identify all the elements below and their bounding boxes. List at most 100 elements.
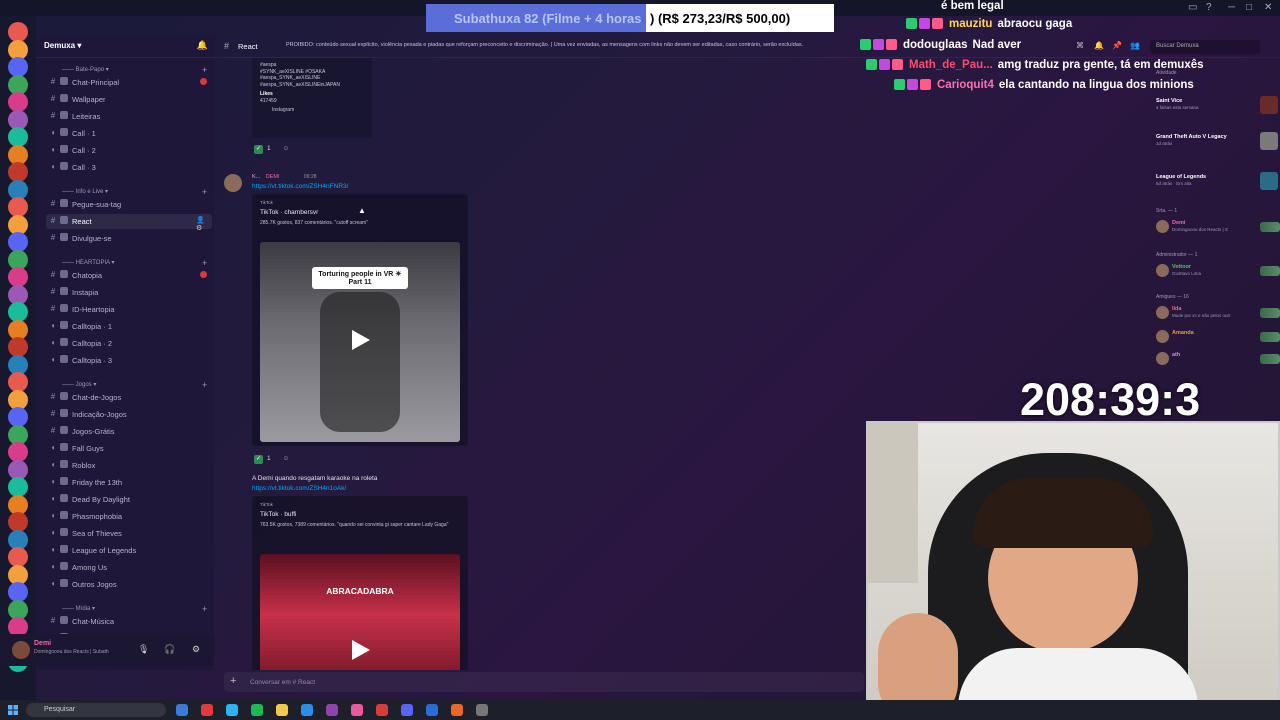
taskbar-app-icon[interactable] [301, 704, 313, 716]
reaction-check[interactable]: ✓ 1 ☺ [254, 145, 289, 157]
video-thumbnail[interactable]: ABRACADABRA [260, 554, 460, 670]
video-thumbnail[interactable]: Torturing people in VR ☀ Part 11 [260, 242, 460, 442]
channel-item[interactable]: ◖ Among Us [46, 560, 212, 575]
taskbar-app-icon[interactable] [426, 704, 438, 716]
embed-title[interactable]: TikTok · chambersvr [260, 209, 318, 216]
reaction-check[interactable]: ✓ 1 ☺ [254, 455, 289, 467]
message-link[interactable]: https://vt.tiktok.com/ZSH4n1oAk/ [252, 485, 346, 492]
category-header[interactable]: —— Bate-Papo ▾ + [62, 65, 207, 75]
taskbar-app-icon[interactable] [201, 704, 213, 716]
category-header[interactable]: —— HEARTOPIA ▾ + [62, 258, 207, 268]
heart-badge-icon [920, 79, 931, 91]
member-item[interactable]: Ilda Mude por vc e não pelos outr [1156, 304, 1280, 322]
channel-item[interactable]: # ID-Heartopia [46, 302, 212, 317]
member-item[interactable]: ath [1156, 350, 1280, 368]
video-figure [320, 292, 400, 432]
taskbar-app-icon[interactable] [476, 704, 488, 716]
channel-item[interactable]: ◖ League of Legends [46, 543, 212, 558]
webcam-wall [868, 423, 918, 583]
heart-badge-icon [932, 18, 943, 30]
attach-plus-icon[interactable]: + [230, 675, 236, 687]
add-channel-icon[interactable]: + [202, 187, 207, 197]
taskbar-app-icon[interactable] [251, 704, 263, 716]
activity-item[interactable]: Grand Theft Auto V Legacy 1d atrás [1156, 132, 1280, 150]
add-reaction-icon[interactable]: ☺ [282, 455, 289, 462]
user-name[interactable]: Demi [34, 640, 51, 647]
taskbar-app-icon[interactable] [226, 704, 238, 716]
subathon-timer: 208:39:3 [1020, 374, 1201, 425]
gear-icon[interactable]: ⚙ [192, 644, 200, 655]
avatar[interactable] [12, 641, 30, 659]
channel-item[interactable]: # Pegue-sua-tag [46, 197, 212, 212]
channel-item[interactable]: # Chatopia [46, 268, 212, 283]
channel-item[interactable]: ◖ Call · 1 [46, 126, 212, 141]
channel-item[interactable]: ◖ Calltopia · 3 [46, 353, 212, 368]
channel-hash-icon: # [224, 41, 230, 51]
channel-item[interactable]: # Chat-de-Jogos [46, 390, 212, 405]
channel-item[interactable]: # Wallpaper [46, 92, 212, 107]
microphone-icon[interactable]: 🎙 [138, 644, 149, 655]
add-channel-icon[interactable]: + [202, 604, 207, 614]
category-header[interactable]: —— Jogos ▾ + [62, 380, 207, 390]
channel-item[interactable]: # Jogos-Grátis [46, 424, 212, 439]
channel-item[interactable]: ◖ Roblox [46, 458, 212, 473]
channel-item[interactable]: # Chat-Principal [46, 75, 212, 90]
channel-item[interactable]: ◖ Calltopia · 1 [46, 319, 212, 334]
add-channel-icon[interactable]: + [202, 65, 207, 75]
message-avatar[interactable] [224, 174, 242, 192]
category-header[interactable]: —— Mídia ▾ + [62, 604, 207, 614]
server-header[interactable]: Demuxa ▾ 🔔 [36, 36, 214, 58]
channel-item[interactable]: # Chat-Música [46, 614, 212, 629]
taskbar-app-icon[interactable] [326, 704, 338, 716]
channel-item[interactable]: ◖ Fall Guys [46, 441, 212, 456]
message-link[interactable]: https://vt.tiktok.com/ZSH4nFNR3/ [252, 183, 348, 190]
channel-label: Chatopia [72, 271, 103, 280]
member-item[interactable]: Demi Domingooou dos Reacts | S [1156, 218, 1280, 236]
headphones-icon[interactable]: 🎧 [164, 644, 175, 655]
channel-item[interactable]: ◖ Calltopia · 2 [46, 336, 212, 351]
role-badge: DEMI [265, 174, 280, 180]
taskbar-app-icon[interactable] [176, 704, 188, 716]
instagram-embed[interactable]: #aespa #SYNK_aeXISLINE #OSAKA #aespa_SYN… [252, 58, 372, 138]
reaction-count: 1 [267, 145, 271, 152]
taskbar-search[interactable]: Pesquisar [26, 703, 166, 717]
chat-badges [906, 18, 945, 30]
member-item[interactable]: Amanda [1156, 328, 1280, 346]
channel-item[interactable]: # React 👤 ⚙ [46, 214, 212, 232]
member-item[interactable]: Vettoor Gusttavo Lima [1156, 262, 1280, 280]
add-reaction-icon[interactable]: ☺ [282, 145, 289, 152]
channel-item[interactable]: # Instapia [46, 285, 212, 300]
channel-item[interactable]: ◖ Sea of Thieves [46, 526, 212, 541]
channel-settings-icon[interactable]: 👤 ⚙ [196, 216, 212, 232]
taskbar-app-icon[interactable] [451, 704, 463, 716]
channel-item[interactable]: # Leiteiras [46, 109, 212, 124]
channel-item[interactable]: ◖ Phasmophobia [46, 509, 212, 524]
channel-item[interactable]: ◖ Call · 3 [46, 160, 212, 175]
add-channel-icon[interactable]: + [202, 258, 207, 268]
category-label: Mídia [75, 606, 91, 612]
taskbar-app-icon[interactable] [276, 704, 288, 716]
channel-item[interactable]: ◖ Call · 2 [46, 143, 212, 158]
play-icon[interactable] [348, 638, 372, 662]
channel-item[interactable]: # Indicação-Jogos [46, 407, 212, 422]
message-input[interactable] [250, 676, 850, 688]
channel-item[interactable]: ◖ Outros Jogos [46, 577, 212, 592]
windows-start-icon[interactable] [8, 705, 18, 715]
notification-bell-icon[interactable]: 🔔 [197, 40, 208, 51]
taskbar-app-icon[interactable] [401, 704, 413, 716]
member-status: Gusttavo Lima [1172, 271, 1202, 276]
channel-item[interactable]: # Divulgue-se [46, 231, 212, 246]
speaker-icon: ◖ [50, 128, 56, 137]
embed-provider: TikTok [260, 502, 273, 507]
channel-item[interactable]: ◖ Dead By Daylight [46, 492, 212, 507]
channel-item[interactable]: ◖ Friday the 13th [46, 475, 212, 490]
embed-title[interactable]: TikTok · buffi [260, 511, 296, 518]
taskbar-app-icon[interactable] [351, 704, 363, 716]
message-author[interactable]: K... DEMI [252, 174, 280, 180]
taskbar-app-icon[interactable] [376, 704, 388, 716]
activity-item[interactable]: League of Legends 5d atrás · Em alta [1156, 172, 1280, 190]
channel-topic[interactable]: PROIBIDO: conteúdo sexual explícito, vio… [286, 42, 946, 48]
add-channel-icon[interactable]: + [202, 380, 207, 390]
category-header[interactable]: —— Info e Live ▾ + [62, 187, 207, 197]
play-icon[interactable] [348, 328, 372, 352]
